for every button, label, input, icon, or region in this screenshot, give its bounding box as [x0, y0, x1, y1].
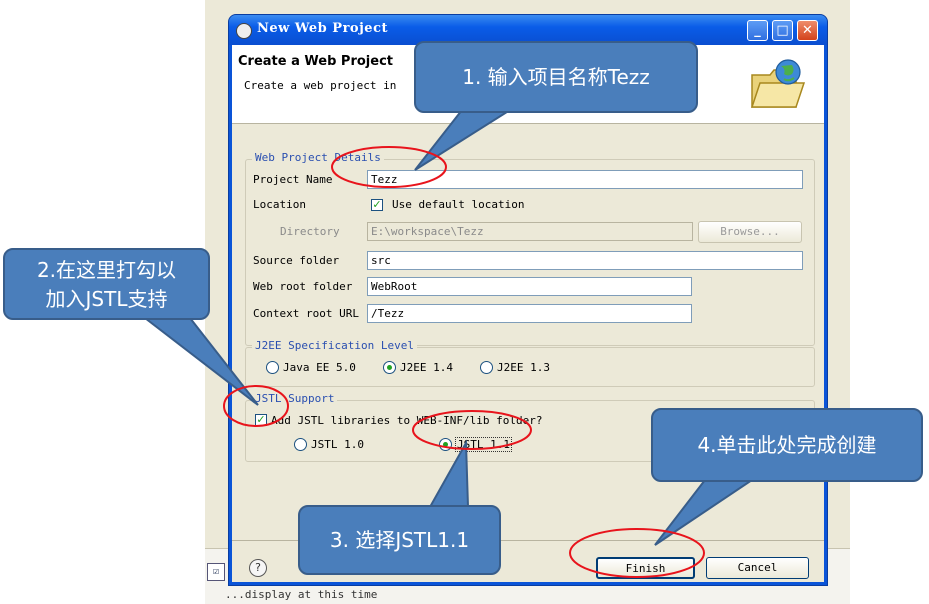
- cancel-button[interactable]: Cancel: [706, 557, 809, 579]
- add-jstl-label: Add JSTL libraries to WEB-INF/lib folder…: [271, 414, 543, 427]
- browse-button[interactable]: Browse...: [698, 221, 802, 243]
- web-root-folder-input[interactable]: WebRoot: [367, 277, 692, 296]
- j2ee-1-4-radio[interactable]: [383, 361, 396, 374]
- close-button[interactable]: ✕: [797, 20, 818, 41]
- jstl-1-0-radio[interactable]: [294, 438, 307, 451]
- web-folder-globe-icon: [750, 59, 806, 108]
- wizard-title: Create a Web Project: [238, 54, 393, 69]
- background-status-text: ...display at this time: [225, 588, 378, 601]
- web-project-details-label: Web Project Details: [252, 151, 384, 164]
- source-folder-input[interactable]: src: [367, 251, 803, 270]
- jstl-1-0-label: JSTL 1.0: [311, 438, 364, 451]
- location-label: Location: [253, 198, 306, 211]
- callout-step-2-line-1: 2.在这里打勾以: [36, 258, 177, 282]
- callout-step-2: 2.在这里打勾以 加入JSTL支持: [3, 248, 210, 320]
- j2ee-1-4-label: J2EE 1.4: [400, 361, 453, 374]
- dialog-client-area: Create a Web Project Create a web projec…: [232, 45, 824, 582]
- callout-step-2-line-2: 加入JSTL支持: [45, 287, 168, 311]
- finish-button[interactable]: Finish: [596, 557, 695, 579]
- callout-step-1: 1. 输入项目名称Tezz: [414, 41, 698, 113]
- context-root-label: Context root URL: [253, 307, 359, 320]
- jstl-support-label: JSTL Support: [252, 392, 338, 405]
- minimize-button[interactable]: _: [747, 20, 768, 41]
- jstl-1-1-radio[interactable]: [439, 438, 452, 451]
- callout-step-4: 4.单击此处完成创建: [651, 408, 923, 482]
- project-name-input[interactable]: Tezz: [367, 170, 803, 189]
- java-ee-5-label: Java EE 5.0: [283, 361, 356, 374]
- context-root-input[interactable]: /Tezz: [367, 304, 692, 323]
- tasks-icon[interactable]: ☑: [207, 563, 225, 581]
- project-name-label: Project Name: [253, 173, 333, 186]
- java-ee-5-radio[interactable]: [266, 361, 279, 374]
- use-default-location-label: Use default location: [392, 198, 525, 211]
- help-icon[interactable]: ?: [249, 559, 267, 577]
- add-jstl-checkbox[interactable]: ✓: [255, 414, 267, 426]
- directory-input[interactable]: E:\workspace\Tezz: [367, 222, 693, 241]
- directory-label: Directory: [280, 225, 340, 238]
- maximize-button[interactable]: □: [772, 20, 793, 41]
- use-default-location-checkbox[interactable]: ✓: [371, 199, 383, 211]
- j2ee-spec-label: J2EE Specification Level: [252, 339, 417, 352]
- wizard-subtitle: Create a web project in: [244, 79, 397, 92]
- j2ee-1-3-radio[interactable]: [480, 361, 493, 374]
- web-root-folder-label: Web root folder: [253, 280, 353, 293]
- source-folder-label: Source folder: [253, 254, 340, 267]
- jstl-1-1-label: JSTL 1.1: [455, 437, 512, 452]
- eclipse-app-icon: [236, 23, 252, 39]
- window-title: New Web Project: [257, 21, 388, 36]
- j2ee-1-3-label: J2EE 1.3: [497, 361, 550, 374]
- callout-step-3: 3. 选择JSTL1.1: [298, 505, 501, 575]
